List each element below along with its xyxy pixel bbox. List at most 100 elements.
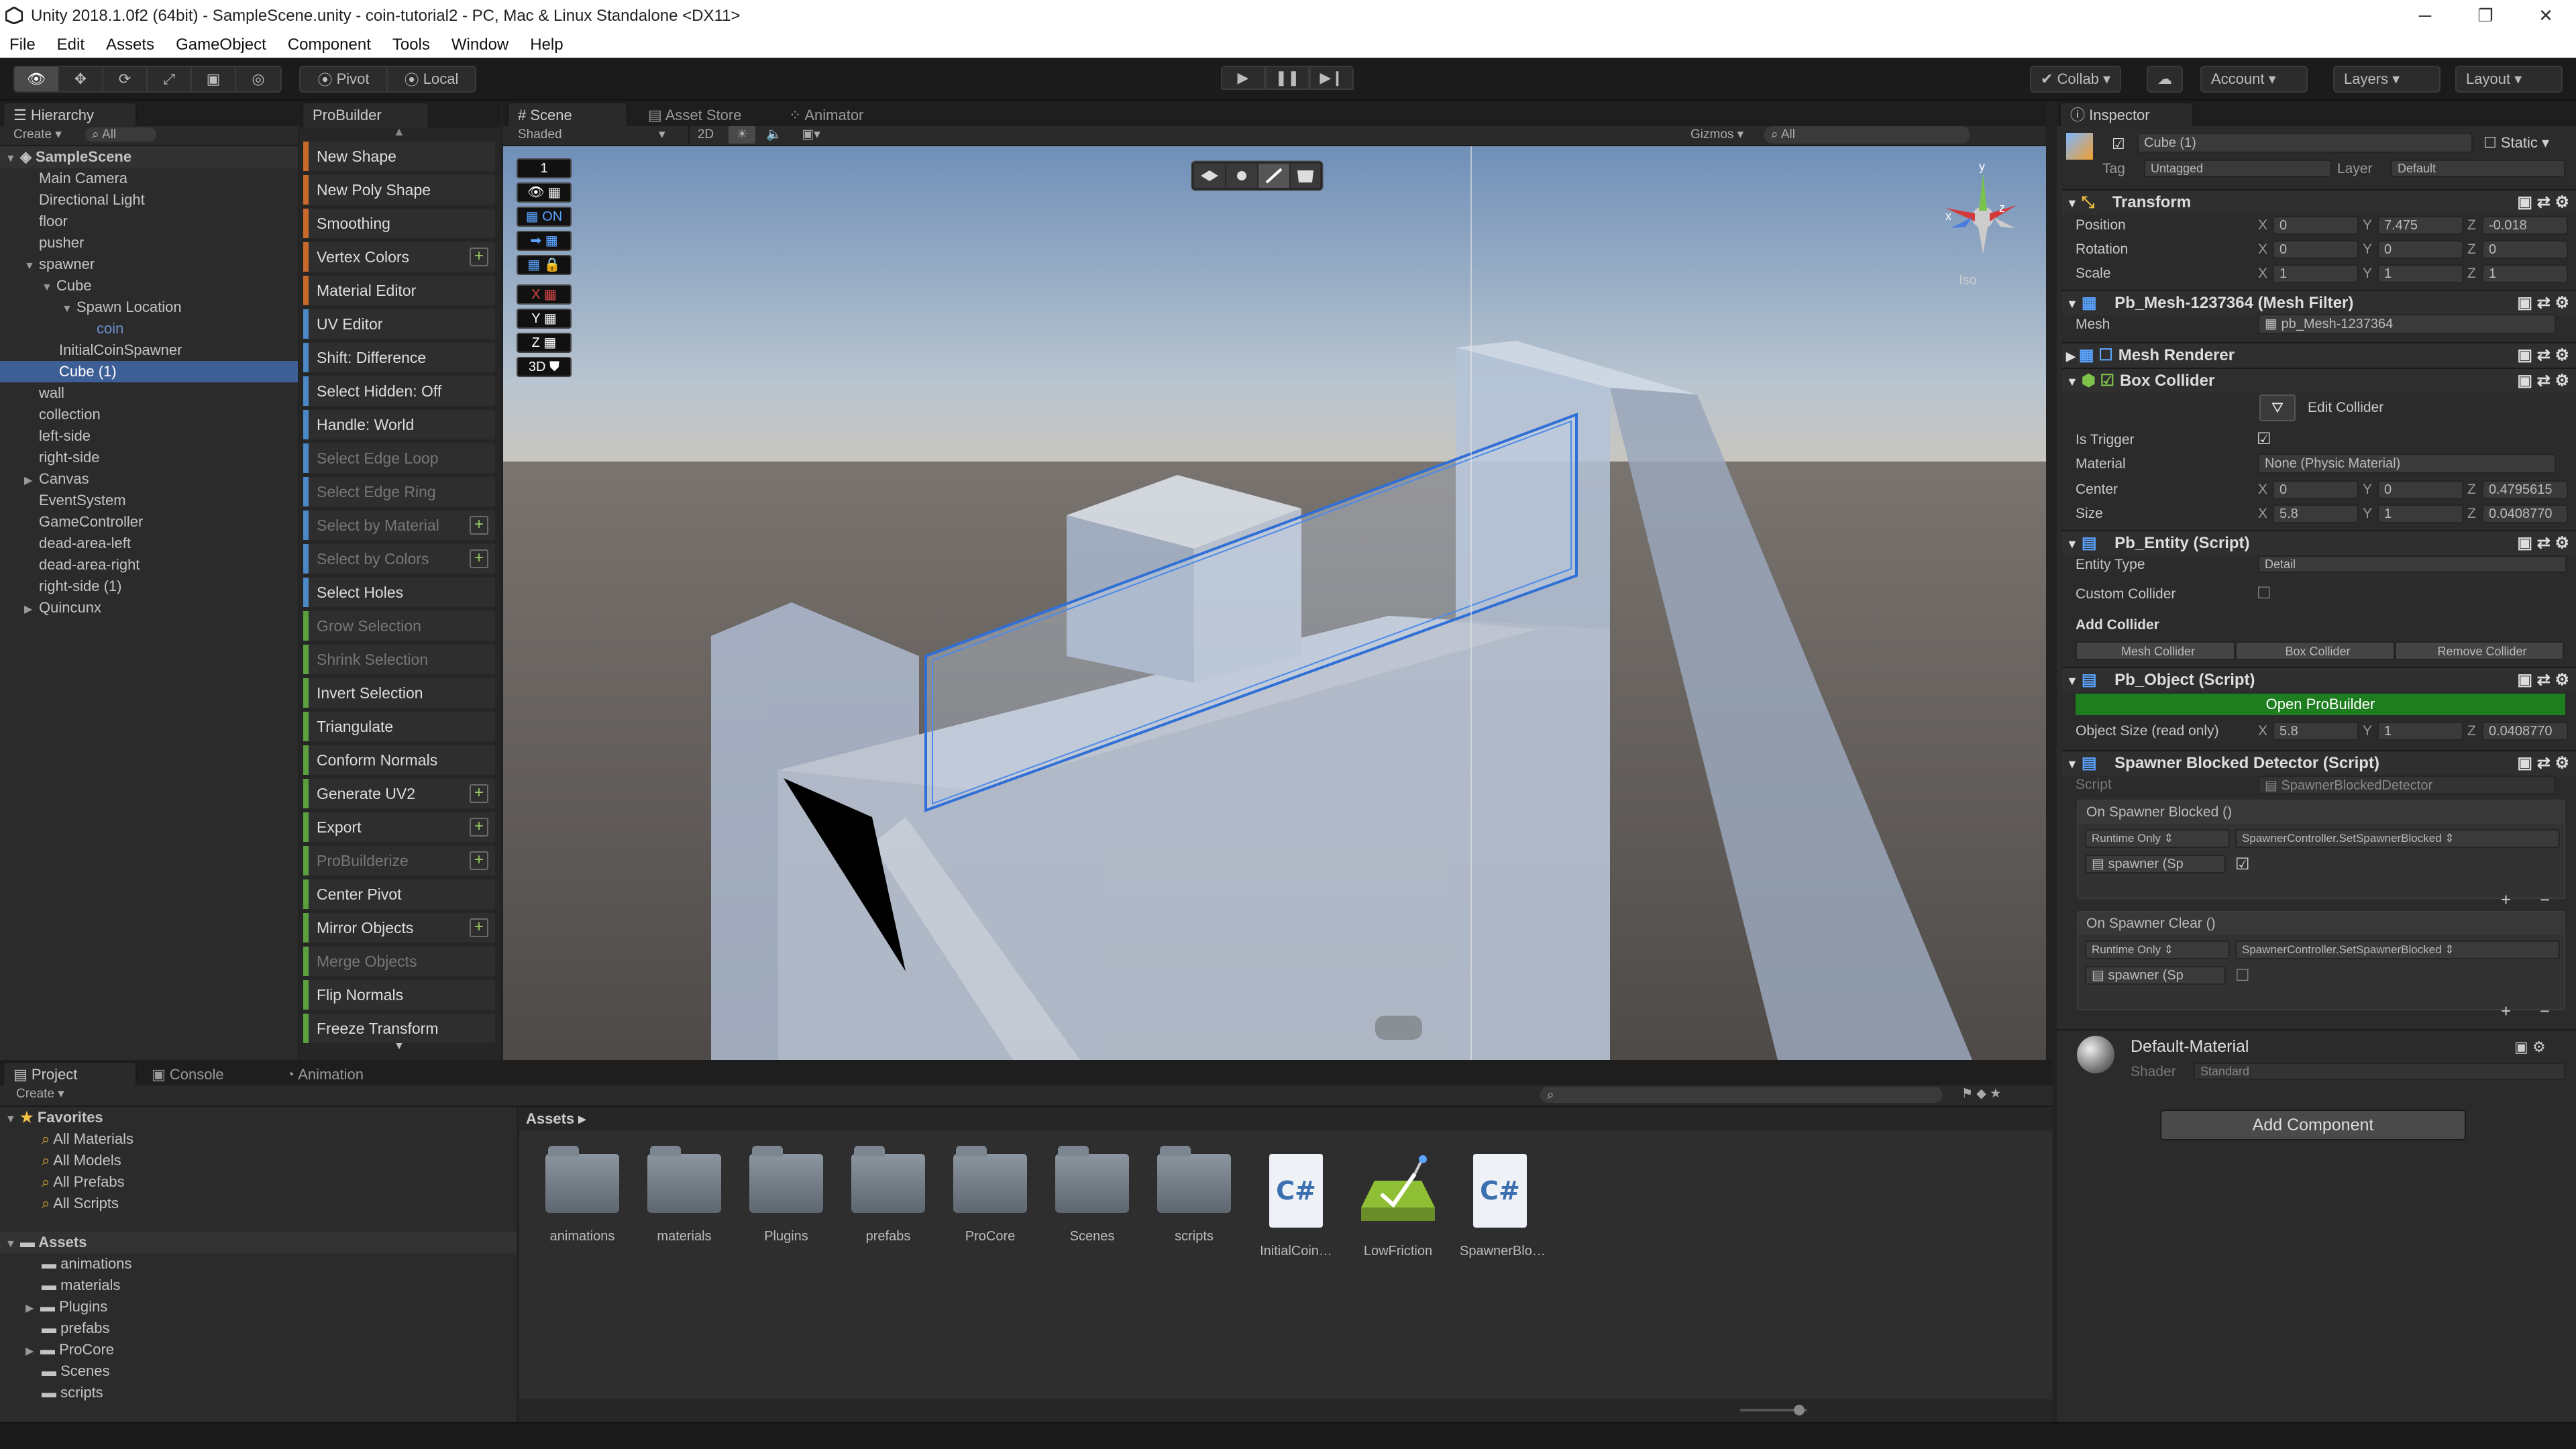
probuilder-button[interactable]: Material Editor [303, 276, 495, 305]
pivot-button[interactable]: ⦿ Pivot [301, 67, 388, 91]
number-field[interactable]: 0 [2377, 480, 2463, 499]
tab-animation[interactable]: ◔ Animation [275, 1061, 423, 1087]
overlay-visibility-icon[interactable]: 👁 ▦ [517, 182, 572, 203]
overlay-arrow-icon[interactable]: ➡ ▦ [517, 231, 572, 251]
maximize-button[interactable]: ❐ [2455, 0, 2516, 32]
probuilder-button[interactable]: Conform Normals [303, 745, 495, 775]
probuilder-button[interactable]: Select Edge Ring [303, 477, 495, 506]
number-field[interactable]: 0 [2273, 216, 2359, 235]
play-icon[interactable]: ▶ [1221, 66, 1265, 90]
hierarchy-item[interactable]: ▼ spawner [0, 254, 298, 275]
hierarchy-item[interactable]: collection [0, 404, 298, 425]
probuilder-button[interactable]: New Shape [303, 142, 495, 171]
number-field[interactable]: 1 [2273, 264, 2359, 283]
probuilder-button[interactable]: New Poly Shape [303, 175, 495, 205]
asset-folder-item[interactable]: ▬ Scenes [0, 1360, 517, 1382]
menu-help[interactable]: Help [530, 32, 563, 58]
asset-item[interactable]: Plugins [746, 1146, 826, 1244]
assets-root-row[interactable]: ▼ ▬ Assets [0, 1232, 517, 1253]
hierarchy-item[interactable]: coin [0, 318, 298, 339]
hierarchy-item[interactable]: Main Camera [0, 168, 298, 189]
probuilder-button[interactable]: Triangulate [303, 712, 495, 741]
tab-console[interactable]: ▣ Console [141, 1061, 275, 1087]
favorite-item[interactable]: ⌕ All Materials [0, 1128, 517, 1150]
probuilder-button[interactable]: Center Pivot [303, 879, 495, 909]
layers-button[interactable]: Layers ▾ [2333, 66, 2440, 93]
asset-item[interactable]: ProCore [950, 1146, 1030, 1244]
project-create-button[interactable]: Create ▾ [16, 1087, 64, 1101]
event-bool-checkbox[interactable]: ☐ [2235, 966, 2250, 985]
probuilder-button[interactable]: Grow Selection [303, 611, 495, 641]
custom-collider-checkbox[interactable]: ☐ [2257, 584, 2271, 603]
tab-hierarchy[interactable]: ☰ Hierarchy [3, 102, 137, 127]
number-field[interactable]: 1 [2377, 264, 2463, 283]
number-field[interactable]: 0 [2273, 480, 2359, 499]
spawner-detector-header[interactable]: ▼ ▤ Spawner Blocked Detector (Script) ▣ ⇄… [2062, 750, 2576, 775]
asset-folder-item[interactable]: ▶ ▬ ProCore [0, 1339, 517, 1360]
gizmos-dropdown[interactable]: Gizmos ▾ [1690, 126, 1743, 144]
tab-scene[interactable]: # Scene [507, 102, 628, 127]
target-object-field[interactable]: ▤ spawner (Sp [2085, 966, 2226, 985]
probuilder-button[interactable]: Export + [303, 812, 495, 842]
menu-tools[interactable]: Tools [392, 32, 430, 58]
asset-item[interactable]: LowFriction [1358, 1154, 1438, 1259]
runtime-dropdown[interactable]: Runtime Only ⇕ [2085, 941, 2230, 959]
pause-icon[interactable]: ❚❚ [1265, 66, 1309, 90]
static-toggle[interactable]: ☐ Static ▾ [2483, 134, 2549, 152]
hierarchy-item-selected[interactable]: Cube (1) [0, 361, 298, 382]
asset-item[interactable]: animations [542, 1146, 623, 1244]
hierarchy-search-input[interactable]: ⌕ All [85, 127, 157, 142]
asset-item[interactable]: scripts [1154, 1146, 1234, 1244]
hierarchy-item[interactable]: dead-area-right [0, 554, 298, 576]
remove-event-icon[interactable]: − [2540, 1001, 2550, 1022]
number-field[interactable]: 0 [2273, 240, 2359, 259]
number-field[interactable]: 1 [2482, 264, 2568, 283]
probuilder-button[interactable]: ProBuilderize + [303, 846, 495, 875]
hierarchy-item[interactable]: left-side [0, 425, 298, 447]
asset-folder-item[interactable]: ▬ materials [0, 1275, 517, 1296]
probuilder-button[interactable]: Freeze Transform [303, 1014, 495, 1043]
method-dropdown[interactable]: SpawnerController.SetSpawnerBlocked ⇕ [2235, 829, 2560, 848]
hierarchy-item[interactable]: EventSystem [0, 490, 298, 511]
number-field[interactable]: 0 [2482, 240, 2568, 259]
iso-label[interactable]: Iso [1959, 273, 1977, 288]
rotate-tool-icon[interactable]: ⟳ [103, 67, 148, 91]
filter-icons[interactable]: ⚑ ◆ ★ [1962, 1085, 2001, 1103]
method-dropdown[interactable]: SpawnerController.SetSpawnerBlocked ⇕ [2235, 941, 2560, 959]
transform-header[interactable]: ▼ ⤡ Transform ▣ ⇄ ⚙ [2062, 189, 2576, 215]
target-object-field[interactable]: ▤ spawner (Sp [2085, 855, 2226, 873]
probuilder-button[interactable]: Invert Selection [303, 678, 495, 708]
options-plus-icon[interactable]: + [470, 818, 488, 837]
options-plus-icon[interactable]: + [470, 516, 488, 535]
hierarchy-item[interactable]: Directional Light [0, 189, 298, 211]
object-name-field[interactable]: Cube (1) [2137, 133, 2473, 153]
active-checkbox[interactable]: ☑ [2112, 136, 2125, 153]
tab-asset-store[interactable]: ▤ Asset Store [637, 102, 771, 127]
box-collider-header[interactable]: ▼ ⬢ ☑ Box Collider ▣ ⇄ ⚙ [2062, 368, 2576, 393]
asset-item[interactable]: C# InitialCoin… [1256, 1154, 1336, 1259]
options-plus-icon[interactable]: + [470, 549, 488, 568]
rect-tool-icon[interactable]: ▣ [192, 67, 236, 91]
number-field[interactable]: 7.475 [2377, 216, 2463, 235]
probuilder-button[interactable]: Select by Material + [303, 511, 495, 540]
runtime-dropdown[interactable]: Runtime Only ⇕ [2085, 829, 2230, 848]
hierarchy-item[interactable]: ▼ Cube [0, 275, 298, 297]
menu-component[interactable]: Component [288, 32, 371, 58]
component-menu-icon[interactable]: ▣ ⇄ ⚙ [2517, 531, 2569, 555]
scroll-up-icon[interactable]: ▲ [393, 125, 405, 139]
overlay-on-toggle[interactable]: ▦ ON [517, 207, 572, 227]
number-field[interactable]: 0 [2377, 240, 2463, 259]
edit-collider-icon[interactable]: ⛛ [2259, 394, 2296, 421]
component-menu-icon[interactable]: ▣ ⇄ ⚙ [2517, 191, 2569, 215]
menu-assets[interactable]: Assets [106, 32, 154, 58]
hierarchy-item[interactable]: floor [0, 211, 298, 232]
number-field[interactable]: 0.0408770 [2482, 722, 2568, 741]
overlay-z-toggle[interactable]: Z ▦ [517, 333, 572, 353]
favorite-item[interactable]: ⌕ All Prefabs [0, 1171, 517, 1193]
collab-button[interactable]: ✔ Collab ▾ [2030, 66, 2122, 93]
mesh-renderer-header[interactable]: ▶ ▦ ☐ Mesh Renderer ▣ ⇄ ⚙ [2062, 342, 2576, 368]
hierarchy-create-button[interactable]: Create ▾ [13, 127, 62, 142]
transform-tool-icon[interactable]: ◎ [236, 67, 280, 91]
layout-button[interactable]: Layout ▾ [2455, 66, 2563, 93]
shader-dropdown[interactable]: Standard [2194, 1063, 2565, 1080]
